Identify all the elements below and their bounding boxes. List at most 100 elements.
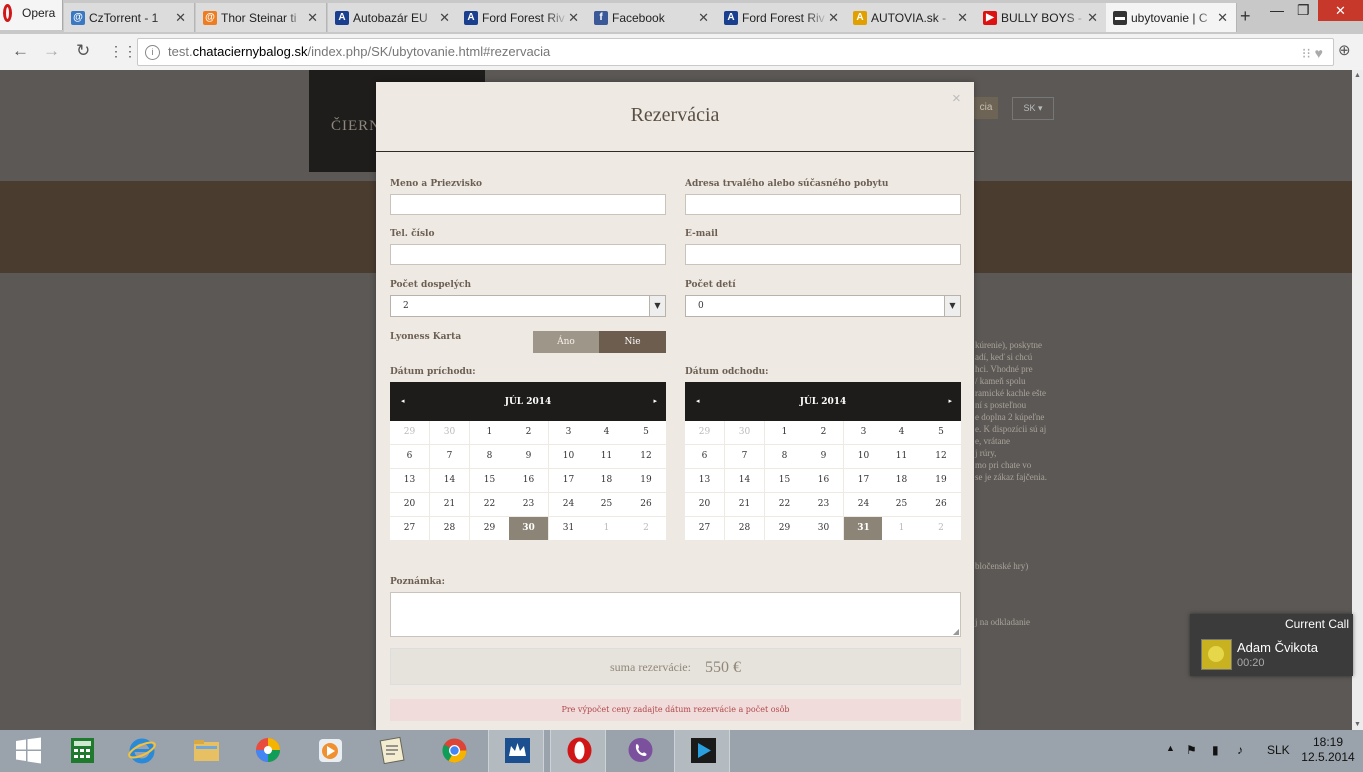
taskbar-notepad[interactable] [364,730,420,772]
next-month-icon[interactable]: ▸ [948,396,952,405]
calendar-day[interactable]: 26 [921,493,961,516]
forward-button[interactable]: → [43,41,60,61]
new-tab-button[interactable]: + [1240,6,1251,27]
calendar-day[interactable]: 27 [390,517,429,540]
show-hidden-icons-icon[interactable]: ▲ [1166,743,1175,753]
tab-1[interactable]: @ CzTorrent - 1 ✕ [64,3,195,32]
download-icon[interactable]: ⊕ [1338,41,1351,59]
phone-input[interactable] [390,244,666,265]
calendar-day[interactable]: 13 [685,469,724,492]
calendar-day[interactable]: 2 [921,517,961,540]
calendar-day[interactable]: 11 [587,445,626,468]
calendar-day[interactable]: 17 [549,469,588,492]
calendar-day[interactable]: 19 [626,469,666,492]
calendar-day[interactable]: 28 [725,517,764,540]
taskbar-viber[interactable] [612,730,668,772]
calendar-day[interactable]: 9 [509,445,548,468]
calendar-day[interactable]: 1 [587,517,626,540]
volume-icon[interactable]: ♪ [1237,743,1243,757]
taskbar-player-app[interactable] [674,730,730,772]
site-language-select[interactable]: SK ▾ [1012,97,1054,120]
lyoness-toggle[interactable]: Áno Nie [533,331,666,353]
calendar-day[interactable]: 1 [765,421,804,444]
calendar-day[interactable]: 27 [685,517,724,540]
tab-close-icon[interactable]: ✕ [957,10,968,26]
lyoness-no-option[interactable]: Nie [599,331,666,353]
page-scrollbar[interactable]: ▲ ▼ [1352,70,1363,730]
taskbar-internet-explorer[interactable] [114,730,170,772]
tab-close-icon[interactable]: ✕ [175,10,186,26]
email-input[interactable] [685,244,961,265]
calendar-day[interactable]: 18 [882,469,921,492]
chevron-down-icon[interactable]: ▼ [944,296,960,316]
calendar-day[interactable]: 21 [725,493,764,516]
calendar-day[interactable]: 7 [725,445,764,468]
taskbar-picasa[interactable] [240,730,296,772]
calendar-day[interactable]: 16 [509,469,548,492]
calendar-day[interactable]: 3 [549,421,588,444]
calendar-day[interactable]: 12 [921,445,961,468]
window-close-button[interactable]: ✕ [1318,0,1363,21]
power-icon[interactable]: ▮ [1212,743,1219,757]
calendar-day[interactable]: 30 [430,421,469,444]
calendar-day[interactable]: 8 [765,445,804,468]
calendar-day[interactable]: 1 [882,517,921,540]
tab-9[interactable]: ▬ ubytovanie | C ✕ [1106,3,1237,32]
tab-close-icon[interactable]: ✕ [1217,10,1228,26]
calendar-day[interactable]: 14 [725,469,764,492]
calendar-day[interactable]: 10 [844,445,883,468]
calendar-day[interactable]: 25 [587,493,626,516]
calendar-day[interactable]: 13 [390,469,429,492]
address-bar[interactable]: i test.chataciernybalog.sk/index.php/SK/… [137,38,1334,66]
tab-close-icon[interactable]: ✕ [698,10,709,26]
note-textarea[interactable]: ◢ [390,592,961,637]
calendar-day[interactable]: 5 [626,421,666,444]
minimize-button[interactable]: — [1270,2,1284,18]
taskbar-opera[interactable] [550,730,606,772]
call-notification[interactable]: Current Call Adam Čvikota 00:20 [1190,614,1353,676]
opera-menu-button[interactable]: Opera [0,0,63,30]
start-button[interactable] [0,730,56,772]
system-clock[interactable]: 18:19 12.5.2014 [1298,735,1358,765]
taskbar-calculator[interactable] [54,730,110,772]
calendar-day[interactable]: 25 [882,493,921,516]
calendar-day[interactable]: 2 [626,517,666,540]
site-info-icon[interactable]: i [145,45,160,60]
calendar-day[interactable]: 5 [921,421,961,444]
calendar-day[interactable]: 23 [509,493,548,516]
calendar-day[interactable]: 15 [765,469,804,492]
calendar-day[interactable]: 30 [804,517,843,540]
calendar-day[interactable]: 20 [685,493,724,516]
calendar-day[interactable]: 1 [470,421,509,444]
taskbar-chrome[interactable] [426,730,482,772]
calendar-day[interactable]: 15 [470,469,509,492]
calendar-day[interactable]: 3 [844,421,883,444]
calendar-day[interactable]: 12 [626,445,666,468]
calendar-day[interactable]: 29 [765,517,804,540]
calendar-day-selected[interactable]: 31 [844,517,883,540]
calendar-day[interactable]: 10 [549,445,588,468]
taskbar-media-player[interactable] [302,730,358,772]
resize-grip-icon[interactable]: ◢ [953,627,959,636]
calendar-day-selected[interactable]: 30 [509,517,548,540]
tab-8[interactable]: ▶ BULLY BOYS - ✕ [976,3,1107,32]
calendar-day[interactable]: 26 [626,493,666,516]
tab-7[interactable]: A AUTOVIA.sk - ✕ [846,3,977,32]
tab-2[interactable]: @ Thor Steinar ti ✕ [196,3,327,32]
tab-4[interactable]: A Ford Forest Riv ✕ [457,3,588,32]
scroll-down-icon[interactable]: ▼ [1354,721,1361,728]
tab-close-icon[interactable]: ✕ [568,10,579,26]
calendar-day[interactable]: 4 [882,421,921,444]
calendar-day[interactable]: 29 [685,421,724,444]
calendar-day[interactable]: 31 [549,517,588,540]
reload-button[interactable]: ↻ [76,41,90,61]
scroll-up-icon[interactable]: ▲ [1354,72,1361,79]
calendar-day[interactable]: 18 [587,469,626,492]
calendar-day[interactable]: 24 [549,493,588,516]
tab-6[interactable]: A Ford Forest Riv ✕ [717,3,848,32]
calendar-day[interactable]: 22 [765,493,804,516]
chevron-down-icon[interactable]: ▼ [649,296,665,316]
lyoness-yes-option[interactable]: Áno [533,331,599,353]
tab-3[interactable]: A Autobazár EU ✕ [328,3,459,32]
calendar-day[interactable]: 4 [587,421,626,444]
